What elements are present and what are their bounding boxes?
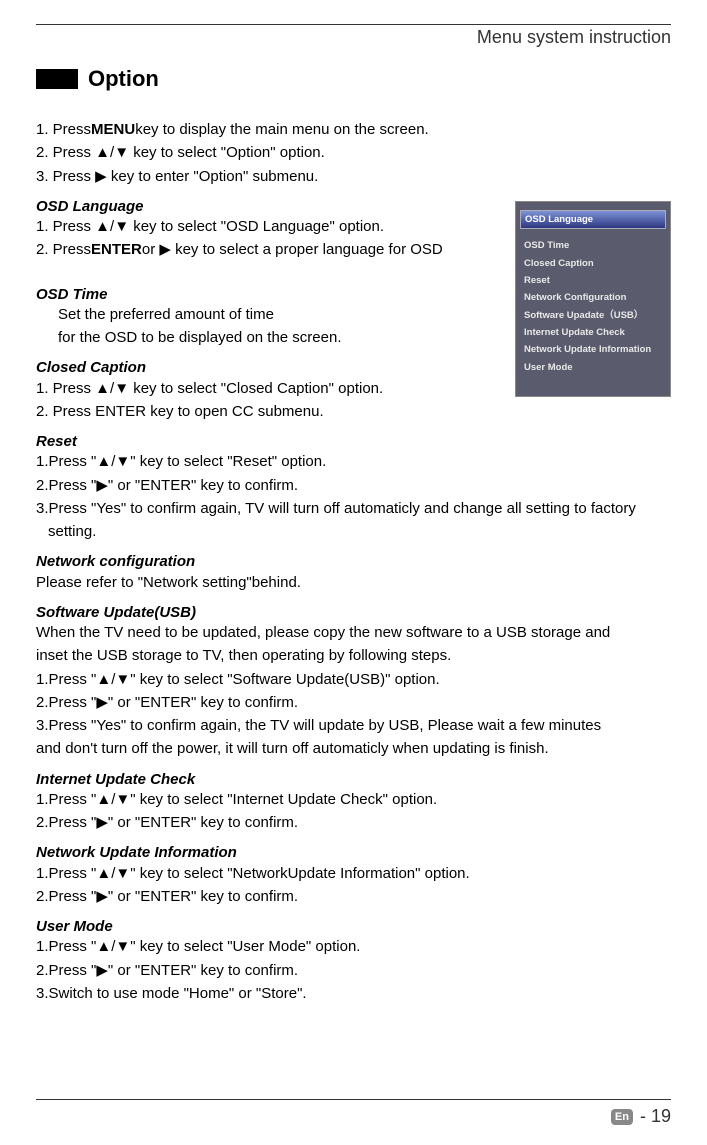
closed-caption-l2: 2. Press ENTER key to open CC submenu.	[36, 402, 505, 422]
closed-caption-l1: 1. Press ▲/▼ key to select "Closed Capti…	[36, 379, 505, 399]
menu-item: Software Upadate（USB）	[520, 307, 666, 324]
software-update-l1: When the TV need to be updated, please c…	[36, 623, 671, 643]
osd-language-heading: OSD Language	[36, 197, 505, 217]
page-number: - 19	[635, 1106, 671, 1126]
reset-l3b: setting.	[36, 522, 671, 542]
reset-block: Reset 1.Press "▲/▼" key to select "Reset…	[36, 432, 671, 542]
menu-item: OSD Time	[520, 237, 666, 254]
reset-heading: Reset	[36, 432, 671, 452]
osd-language-l2: 2. Press ENTER or ▶ key to select a prop…	[36, 240, 505, 260]
menu-item: User Mode	[520, 359, 666, 376]
network-config-l1: Please refer to "Network setting"behind.	[36, 573, 671, 593]
intro-line-3: 3. Press ▶ key to enter "Option" submenu…	[36, 167, 671, 187]
reset-l3: 3.Press "Yes" to confirm again, TV will …	[36, 499, 671, 519]
content-body: 1. Press MENU key to display the main me…	[36, 120, 671, 1004]
reset-l1: 1.Press "▲/▼" key to select "Reset" opti…	[36, 452, 671, 472]
text: or ▶ key to select a proper language for…	[142, 240, 443, 260]
internet-update-block: Internet Update Check 1.Press "▲/▼" key …	[36, 770, 671, 834]
user-mode-l3: 3.Switch to use mode "Home" or "Store".	[36, 984, 671, 1004]
network-config-block: Network configuration Please refer to "N…	[36, 552, 671, 593]
software-update-block: Software Update(USB) When the TV need to…	[36, 603, 671, 760]
internet-update-l2: 2.Press "▶" or "ENTER" key to confirm.	[36, 813, 671, 833]
osd-time-l1: Set the preferred amount of time	[58, 305, 505, 325]
network-update-info-heading: Network Update Information	[36, 843, 671, 863]
intro-block: 1. Press MENU key to display the main me…	[36, 120, 671, 187]
footer: En - 19	[36, 1099, 671, 1127]
software-update-heading: Software Update(USB)	[36, 603, 671, 623]
page-badge: En	[611, 1109, 633, 1125]
network-update-info-l1: 1.Press "▲/▼" key to select "NetworkUpda…	[36, 864, 671, 884]
software-update-l2: inset the USB storage to TV, then operat…	[36, 646, 671, 666]
header-section-label: Menu system instruction	[36, 24, 671, 48]
osd-time-indent: Set the preferred amount of time for the…	[36, 305, 505, 349]
menu-item: Network Update Information	[520, 341, 666, 358]
two-column-region: OSD Language 1. Press ▲/▼ key to select …	[36, 197, 671, 432]
software-update-l6: and don't turn off the power, it will tu…	[36, 739, 671, 759]
network-update-info-l2: 2.Press "▶" or "ENTER" key to confirm.	[36, 887, 671, 907]
section-marker	[36, 69, 78, 89]
user-mode-block: User Mode 1.Press "▲/▼" key to select "U…	[36, 917, 671, 1004]
closed-caption-block: Closed Caption 1. Press ▲/▼ key to selec…	[36, 358, 505, 422]
osd-language-l1: 1. Press ▲/▼ key to select "OSD Language…	[36, 217, 505, 237]
user-mode-heading: User Mode	[36, 917, 671, 937]
network-config-heading: Network configuration	[36, 552, 671, 572]
left-column: OSD Language 1. Press ▲/▼ key to select …	[36, 197, 505, 432]
bold-keyword: ENTER	[91, 240, 142, 260]
page-container: Menu system instruction Option 1. Press …	[0, 0, 707, 1145]
bold-keyword: MENU	[91, 120, 135, 140]
section-title: Option	[88, 66, 159, 92]
text: key to display the main menu on the scre…	[135, 120, 429, 140]
network-update-info-block: Network Update Information 1.Press "▲/▼"…	[36, 843, 671, 907]
menu-item: Closed Caption	[520, 255, 666, 272]
internet-update-heading: Internet Update Check	[36, 770, 671, 790]
intro-line-2: 2. Press ▲/▼ key to select "Option" opti…	[36, 143, 671, 163]
osd-time-heading: OSD Time	[36, 285, 505, 305]
intro-line-1: 1. Press MENU key to display the main me…	[36, 120, 671, 140]
reset-l2: 2.Press "▶" or "ENTER" key to confirm.	[36, 476, 671, 496]
section-title-row: Option	[36, 66, 671, 92]
osd-language-block: OSD Language 1. Press ▲/▼ key to select …	[36, 197, 505, 261]
software-update-l4: 2.Press "▶" or "ENTER" key to confirm.	[36, 693, 671, 713]
text: 2. Press	[36, 240, 91, 260]
menu-item: Network Configuration	[520, 289, 666, 306]
menu-item: Reset	[520, 272, 666, 289]
menu-panel: OSD Language OSD Time Closed Caption Res…	[515, 201, 671, 398]
text: 1. Press	[36, 120, 91, 140]
software-update-l5: 3.Press "Yes" to confirm again, the TV w…	[36, 716, 671, 736]
menu-item-selected: OSD Language	[520, 210, 666, 229]
software-update-l3: 1.Press "▲/▼" key to select "Software Up…	[36, 670, 671, 690]
closed-caption-heading: Closed Caption	[36, 358, 505, 378]
osd-time-block: OSD Time Set the preferred amount of tim…	[36, 285, 505, 349]
user-mode-l2: 2.Press "▶" or "ENTER" key to confirm.	[36, 961, 671, 981]
user-mode-l1: 1.Press "▲/▼" key to select "User Mode" …	[36, 937, 671, 957]
menu-item: Internet Update Check	[520, 324, 666, 341]
osd-time-l2: for the OSD to be displayed on the scree…	[58, 328, 505, 348]
internet-update-l1: 1.Press "▲/▼" key to select "Internet Up…	[36, 790, 671, 810]
